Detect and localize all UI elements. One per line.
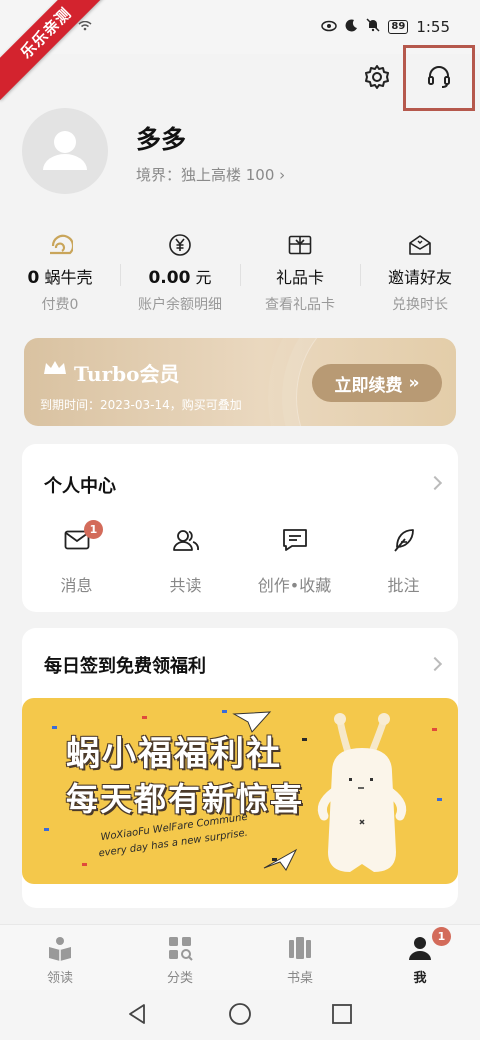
comment-icon xyxy=(282,528,308,556)
turbo-title: Turbo会员 xyxy=(74,362,180,386)
tab-read-label: 领读 xyxy=(46,971,73,986)
tab-me[interactable]: 1 我 xyxy=(360,925,480,990)
stat-value: 0.00 xyxy=(148,268,191,288)
creation-collection-label: 创作•收藏 xyxy=(257,576,332,595)
invite-envelope-icon xyxy=(360,230,480,260)
clock: 1:55 xyxy=(416,18,450,36)
stat-sub: 付费0 xyxy=(41,297,79,313)
user-icon xyxy=(407,937,433,965)
gift-card-icon xyxy=(240,230,360,260)
chevron-right-icon[interactable] xyxy=(427,475,443,491)
username[interactable]: 多多 xyxy=(136,120,186,156)
annotation-entry[interactable]: 批注 xyxy=(349,526,458,596)
confetti xyxy=(82,863,87,866)
messages-label: 消息 xyxy=(60,576,93,595)
users-icon xyxy=(172,528,200,556)
feather-icon xyxy=(391,527,417,557)
confetti xyxy=(437,798,442,801)
account-stats: 0 蜗牛壳 付费0 0.00 元 账户余额明细 礼品卡 查看礼品卡 邀请好友 兑… xyxy=(0,230,480,322)
crown-icon xyxy=(42,358,68,382)
battery-indicator: 89 xyxy=(388,20,409,34)
stat-gift-card[interactable]: 礼品卡 查看礼品卡 xyxy=(240,230,360,322)
stat-invite[interactable]: 邀请好友 兑换时长 xyxy=(360,230,480,322)
turbo-expire-text: 到期时间：2023-03-14，购买可叠加 xyxy=(40,398,242,412)
messages-entry[interactable]: 1 消息 xyxy=(22,520,131,596)
stat-sub: 查看礼品卡 xyxy=(265,297,335,313)
personal-center-title: 个人中心 xyxy=(44,476,116,497)
tab-category[interactable]: 分类 xyxy=(120,925,240,990)
wifi-icon xyxy=(78,20,92,34)
welfare-banner[interactable]: 蜗小福福利社 每天都有新惊喜 WoXiaoFu WelFare Commune … xyxy=(22,698,458,884)
coreading-entry[interactable]: 共读 xyxy=(131,526,240,596)
stat-balance[interactable]: 0.00 元 账户余额明细 xyxy=(120,230,240,322)
message-badge: 1 xyxy=(84,520,103,539)
customer-service-button[interactable] xyxy=(403,45,475,111)
renew-button[interactable]: 立即续费 » xyxy=(312,364,442,402)
moon-icon xyxy=(345,18,358,36)
eye-icon xyxy=(321,18,338,36)
banner-subheadline: 每天都有新惊喜 xyxy=(66,780,305,818)
confetti xyxy=(222,710,227,713)
tab-bookshelf[interactable]: 书桌 xyxy=(240,925,360,990)
snail-mascot-illustration xyxy=(317,713,407,872)
stat-sub: 兑换时长 xyxy=(392,297,448,313)
confetti xyxy=(44,828,49,831)
realm-level-link[interactable]: 境界：独上高楼 100 › xyxy=(136,164,285,185)
stat-unit: 蜗牛壳 xyxy=(44,268,93,287)
coreading-label: 共读 xyxy=(169,576,202,595)
stat-sub: 账户余额明细 xyxy=(138,297,222,313)
stat-unit: 礼品卡 xyxy=(275,268,324,287)
checkin-title: 每日签到免费领福利 xyxy=(44,656,206,677)
creation-collection-entry[interactable]: 创作•收藏 xyxy=(240,526,349,596)
tab-category-label: 分类 xyxy=(166,971,193,986)
me-badge: 1 xyxy=(432,927,451,946)
back-triangle-icon[interactable] xyxy=(126,1002,148,1026)
category-icon xyxy=(167,937,193,965)
bottom-navigation: 领读 分类 书桌 1 我 xyxy=(0,924,480,990)
bookshelf-icon xyxy=(287,937,313,965)
turbo-membership-card[interactable]: Turbo会员 到期时间：2023-03-14，购买可叠加 立即续费 » xyxy=(24,338,456,426)
confetti xyxy=(142,716,147,719)
chevron-right-icon[interactable] xyxy=(427,656,443,672)
confetti xyxy=(302,738,307,741)
system-navigation-bar xyxy=(0,990,480,1040)
banner-headline: 蜗小福福利社 xyxy=(66,734,282,774)
mute-bell-icon xyxy=(366,18,380,36)
headset-icon xyxy=(426,63,452,93)
paper-plane-icon xyxy=(263,848,298,871)
personal-center-card: 个人中心 1 消息 共读 创作•收藏 批注 xyxy=(22,444,458,612)
home-circle-icon[interactable] xyxy=(228,1002,252,1026)
settings-gear-icon[interactable] xyxy=(362,62,392,92)
stat-snail-shell[interactable]: 0 蜗牛壳 付费0 xyxy=(0,230,120,322)
stat-value: 0 xyxy=(27,268,40,288)
double-chevron-icon: » xyxy=(408,373,420,393)
yuan-icon xyxy=(120,230,240,260)
recents-square-icon[interactable] xyxy=(331,1003,353,1025)
renew-label: 立即续费 xyxy=(334,375,403,396)
annotation-label: 批注 xyxy=(387,576,420,595)
read-icon xyxy=(47,937,73,965)
tab-me-label: 我 xyxy=(413,971,427,986)
stat-unit: 邀请好友 xyxy=(387,268,452,287)
confetti xyxy=(52,726,57,729)
snail-shell-icon xyxy=(0,230,120,260)
tab-read[interactable]: 领读 xyxy=(0,925,120,990)
watermark-ribbon: 乐乐亲测 xyxy=(0,0,114,101)
avatar[interactable] xyxy=(22,108,108,194)
confetti xyxy=(432,728,437,731)
tab-bookshelf-label: 书桌 xyxy=(286,971,313,986)
stat-unit: 元 xyxy=(195,268,212,287)
